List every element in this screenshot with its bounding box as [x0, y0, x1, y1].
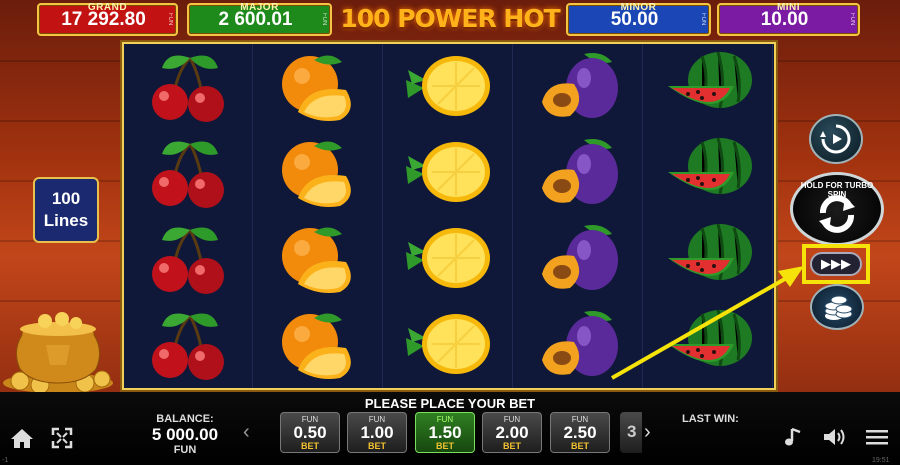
bet-coins-button[interactable]	[810, 284, 864, 330]
bet-next-arrow[interactable]: ›	[644, 421, 651, 444]
jackpot-currency: FUN	[321, 13, 327, 26]
jackpot-minor: MINOR 50.00 FUN	[566, 2, 711, 36]
bet-option[interactable]: FUN 0.50 BET	[280, 412, 340, 453]
reel-column	[384, 44, 513, 388]
turbo-hint-text: HOLD FOR TURBO SPIN	[800, 181, 874, 199]
orange-symbol	[254, 130, 383, 216]
bet-option[interactable]: FUN 2.50 BET	[550, 412, 610, 453]
bet-option[interactable]: FUN 1.50 BET	[415, 412, 475, 453]
music-icon	[785, 427, 801, 446]
autoplay-icon	[820, 124, 851, 154]
spin-button[interactable]: HOLD FOR TURBO SPIN	[790, 172, 884, 246]
lines-word: Lines	[43, 211, 89, 230]
balance-label: BALANCE:	[156, 413, 214, 425]
lemon-symbol	[384, 216, 513, 302]
sound-button[interactable]	[822, 426, 850, 453]
plum-symbol	[514, 302, 643, 388]
bet-amount: 1.50	[428, 423, 462, 442]
bet-prev-arrow[interactable]: ‹	[243, 421, 250, 444]
jackpot-mini: MINI 10.00 FUN	[717, 2, 860, 36]
bet-label: BET	[368, 441, 386, 451]
jackpot-value: 2 600.01	[218, 9, 293, 30]
lemon-symbol	[384, 302, 513, 388]
cherry-symbol	[124, 216, 253, 302]
watermelon-symbol	[644, 302, 773, 388]
reel-column	[254, 44, 383, 388]
reel-area	[122, 42, 776, 390]
turbo-highlight-box: ▶▶▶	[802, 244, 870, 284]
watermelon-symbol	[644, 44, 773, 130]
jackpot-currency: FUN	[167, 13, 173, 26]
bet-option[interactable]: FUN 1.00 BET	[347, 412, 407, 453]
jackpot-currency: FUN	[700, 13, 706, 26]
jackpot-value: 10.00	[760, 9, 809, 30]
game-screen: GRAND 17 292.80 FUN MAJOR 2 600.01 FUN 1…	[0, 0, 900, 465]
game-title: 100 POWER HOT	[340, 4, 560, 33]
orange-symbol	[254, 44, 383, 130]
cherry-symbol	[124, 302, 253, 388]
gold-pot-icon	[0, 305, 120, 398]
clock: 19:51	[872, 457, 890, 464]
lines-badge: 100 Lines	[33, 177, 99, 243]
reel-column	[124, 44, 253, 388]
bet-amount: 2.50	[563, 423, 597, 442]
bet-option-partial[interactable]: 3	[620, 412, 642, 453]
orange-symbol	[254, 216, 383, 302]
turbo-icon: ▶▶▶	[821, 256, 851, 271]
balance-currency: FUN	[173, 444, 197, 456]
bet-label: BET	[571, 441, 589, 451]
reel-column	[514, 44, 643, 388]
jackpot-grand: GRAND 17 292.80 FUN	[37, 2, 178, 36]
menu-icon	[866, 430, 888, 445]
plum-symbol	[514, 216, 643, 302]
watermelon-symbol	[644, 216, 773, 302]
plum-symbol	[514, 130, 643, 216]
bet-amount: 1.00	[360, 423, 394, 442]
bet-amount: 2.00	[495, 423, 529, 442]
bet-label: BET	[503, 441, 521, 451]
lemon-symbol	[384, 44, 513, 130]
bet-partial-amount: 3	[627, 422, 637, 441]
reel-column	[644, 44, 773, 388]
watermelon-symbol	[644, 130, 773, 216]
autoplay-button[interactable]	[809, 114, 863, 164]
volume-icon	[824, 429, 845, 445]
home-icon	[11, 429, 33, 448]
corner-label: -1	[2, 457, 9, 464]
last-win-label: LAST WIN:	[682, 413, 739, 425]
turbo-button[interactable]: ▶▶▶	[810, 252, 862, 276]
lines-number: 100	[51, 189, 81, 208]
lemon-symbol	[384, 130, 513, 216]
balance-value: 5 000.00	[151, 425, 219, 444]
jackpot-currency: FUN	[849, 13, 855, 26]
coins-icon	[824, 295, 853, 320]
bet-label: BET	[301, 441, 319, 451]
cherry-symbol	[124, 130, 253, 216]
fullscreen-icon	[51, 427, 73, 449]
bet-amount: 0.50	[293, 423, 327, 442]
jackpot-value: 50.00	[610, 9, 659, 30]
music-button[interactable]	[783, 426, 805, 453]
home-button[interactable]	[9, 427, 35, 454]
bet-label: BET	[436, 441, 454, 451]
cherry-symbol	[124, 44, 253, 130]
place-bet-message: PLEASE PLACE YOUR BET	[364, 396, 536, 411]
jackpot-major: MAJOR 2 600.01 FUN	[187, 2, 332, 36]
jackpot-value: 17 292.80	[61, 9, 146, 30]
menu-button[interactable]	[865, 428, 889, 451]
orange-symbol	[254, 302, 383, 388]
bet-option[interactable]: FUN 2.00 BET	[482, 412, 542, 453]
plum-symbol	[514, 44, 643, 130]
fullscreen-button[interactable]	[51, 427, 73, 454]
